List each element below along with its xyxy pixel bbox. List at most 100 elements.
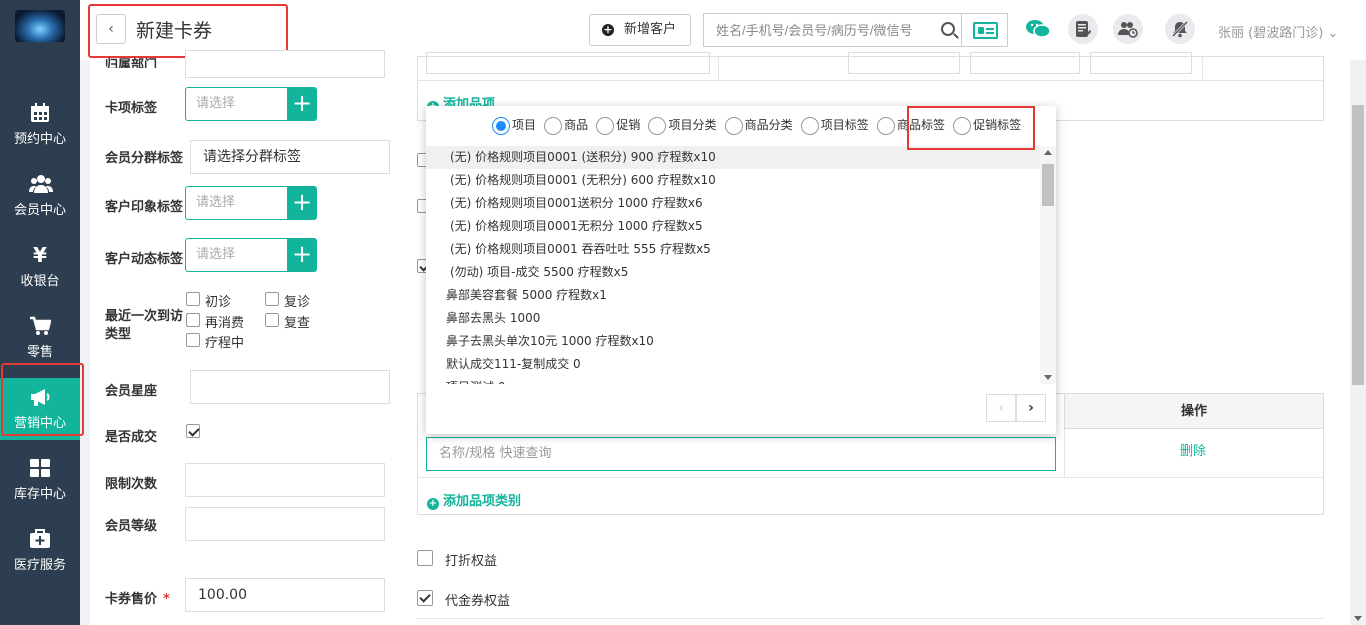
search-icon[interactable] — [941, 22, 955, 36]
scroll-up-icon — [1044, 150, 1052, 155]
impression-label: 客户印象标签 — [105, 200, 184, 215]
list-item[interactable]: (无) 价格规则项目0001 (无积分) 600 疗程数x10 — [426, 169, 1040, 192]
page-title: 新建卡券 — [136, 20, 213, 42]
radio-product-category[interactable]: 商品分类 — [724, 116, 793, 135]
new-customer-button[interactable]: + 新增客户 — [589, 14, 691, 46]
last-visit-label: 最近一次到访 — [105, 309, 184, 324]
list-item[interactable]: 鼻子去黑头单次10元 1000 疗程数x10 — [426, 330, 1040, 353]
visit-type-checkbox[interactable] — [186, 333, 200, 347]
id-card-icon — [973, 22, 998, 39]
dynamic-select[interactable]: 请选择 — [185, 238, 287, 272]
delete-link[interactable]: 删除 — [1180, 440, 1206, 459]
dynamic-label: 客户动态标签 — [105, 252, 184, 267]
member-group-field[interactable]: 请选择分群标签 — [190, 140, 390, 174]
items-search-field[interactable] — [426, 52, 710, 74]
zodiac-field[interactable] — [190, 370, 390, 404]
department-field[interactable] — [185, 50, 385, 78]
list-item[interactable]: (无) 价格规则项目0001 (送积分) 900 疗程数x10 — [426, 146, 1040, 169]
list-item[interactable]: 项目测试 0 — [426, 376, 1040, 384]
scroll-down-icon — [1354, 616, 1362, 621]
add-impression-button[interactable]: + — [287, 186, 317, 220]
quick-search-input[interactable]: 名称/规格 快速查询 — [426, 437, 1056, 471]
id-card-button[interactable] — [961, 13, 1008, 47]
scroll-thumb — [1042, 164, 1054, 206]
table-cell-input[interactable] — [1090, 52, 1192, 74]
grid-icon — [29, 457, 51, 479]
sidebar-item-label: 库存中心 — [13, 487, 66, 502]
add-category-link[interactable]: + 添加品项类别 — [427, 490, 521, 510]
users-icon — [29, 173, 53, 195]
list-item[interactable]: (无) 价格规则项目0001 吞吞吐吐 555 疗程数x5 — [426, 238, 1040, 261]
level-field[interactable] — [185, 507, 385, 541]
list-item[interactable]: (勿动) 项目-成交 5500 疗程数x5 — [426, 261, 1040, 284]
required-mark: * — [163, 592, 170, 607]
radio-item[interactable]: 项目 — [492, 116, 536, 135]
item-list: (无) 价格规则项目0001 (送积分) 900 疗程数x10 (无) 价格规则… — [426, 146, 1040, 384]
voucher-checkbox[interactable] — [417, 590, 433, 606]
app-logo — [15, 10, 65, 42]
user-menu[interactable]: 张丽 (碧波路门诊) ⌄ — [1218, 22, 1338, 41]
sidebar-item-inventory[interactable]: 库存中心 — [0, 449, 80, 511]
radio-promo[interactable]: 促销 — [596, 116, 640, 135]
page-scrollbar[interactable] — [1350, 60, 1366, 625]
megaphone-icon — [29, 386, 51, 408]
back-button[interactable]: ‹ — [96, 14, 126, 44]
sidebar-item-retail[interactable]: 零售 — [0, 307, 80, 369]
list-item[interactable]: (无) 价格规则项目0001送积分 1000 疗程数x6 — [426, 192, 1040, 215]
sidebar-item-member[interactable]: 会员中心 — [0, 165, 80, 227]
next-page-button[interactable]: › — [1016, 394, 1046, 422]
table-cell-input[interactable] — [970, 52, 1080, 74]
plus-circle-icon: + — [427, 498, 439, 510]
radio-promo-tag[interactable]: 促销标签 — [953, 116, 1021, 135]
sidebar-item-label: 营销中心 — [13, 416, 66, 431]
radio-product[interactable]: 商品 — [544, 116, 588, 135]
bell-off-icon[interactable] — [1165, 14, 1195, 44]
deal-checkbox[interactable] — [186, 424, 200, 438]
scroll-thumb — [1352, 105, 1364, 385]
sidebar: 预约中心 会员中心 ¥ 收银台 零售 营销中心 库存中心 医疗服务 — [0, 0, 80, 625]
limit-field[interactable] — [185, 463, 385, 497]
visit-type-checkbox[interactable] — [265, 313, 279, 327]
add-dynamic-button[interactable]: + — [287, 238, 317, 272]
sidebar-item-cashier[interactable]: ¥ 收银台 — [0, 236, 80, 298]
calendar-icon — [29, 102, 51, 124]
prev-page-button[interactable]: ‹ — [986, 394, 1016, 422]
visit-type-checkbox[interactable] — [186, 313, 200, 327]
group-clock-icon[interactable] — [1113, 14, 1143, 44]
impression-select[interactable]: 请选择 — [185, 186, 287, 220]
cart-icon — [29, 315, 52, 337]
wechat-icon[interactable] — [1023, 14, 1053, 44]
list-item[interactable]: 默认成交111-复制成交 0 — [426, 353, 1040, 376]
chevron-left-icon: ‹ — [108, 21, 114, 37]
list-item[interactable]: (无) 价格规则项目0001无积分 1000 疗程数x5 — [426, 215, 1040, 238]
chevron-down-icon: ⌄ — [1327, 26, 1339, 41]
table-cell-input[interactable] — [848, 52, 960, 74]
visit-type-checkbox[interactable] — [186, 292, 200, 306]
sidebar-item-appointment[interactable]: 预约中心 — [0, 94, 80, 156]
discount-checkbox[interactable] — [417, 550, 433, 566]
limit-label: 限制次数 — [105, 477, 158, 492]
visit-type-label: 初诊 — [205, 295, 232, 310]
card-form: 归属部门 卡项标签 请选择 + 会员分群标签 请选择分群标签 客户印象标签 请选… — [90, 50, 400, 625]
scroll-down-icon — [1044, 375, 1052, 380]
add-card-tag-button[interactable]: + — [287, 87, 317, 121]
radio-item-category[interactable]: 项目分类 — [648, 116, 716, 135]
price-field[interactable]: 100.00 — [185, 578, 385, 612]
medkit-icon — [29, 528, 51, 550]
list-item[interactable]: 鼻部美容套餐 5000 疗程数x1 — [426, 284, 1040, 307]
sidebar-item-label: 预约中心 — [13, 132, 66, 147]
op-column-header: 操作 — [1064, 393, 1324, 429]
list-scrollbar[interactable] — [1040, 146, 1056, 384]
card-tag-select[interactable]: 请选择 — [185, 87, 287, 121]
sidebar-item-medical[interactable]: 医疗服务 — [0, 520, 80, 582]
visit-type-checkbox[interactable] — [265, 292, 279, 306]
radio-item-tag[interactable]: 项目标签 — [800, 116, 869, 135]
sidebar-item-marketing[interactable]: 营销中心 — [0, 378, 80, 440]
price-label: 卡券售价 * — [105, 592, 170, 607]
notes-icon[interactable] — [1068, 14, 1098, 44]
sidebar-item-label: 医疗服务 — [13, 558, 66, 573]
search-input[interactable] — [716, 14, 941, 46]
item-picker-popup: 项目 商品 促销 项目分类 商品分类 项目标签 商品标签 促销标签 (无) 价格… — [426, 106, 1056, 434]
list-item[interactable]: 鼻部去黑头 1000 — [426, 307, 1040, 330]
radio-product-tag[interactable]: 商品标签 — [876, 116, 945, 135]
